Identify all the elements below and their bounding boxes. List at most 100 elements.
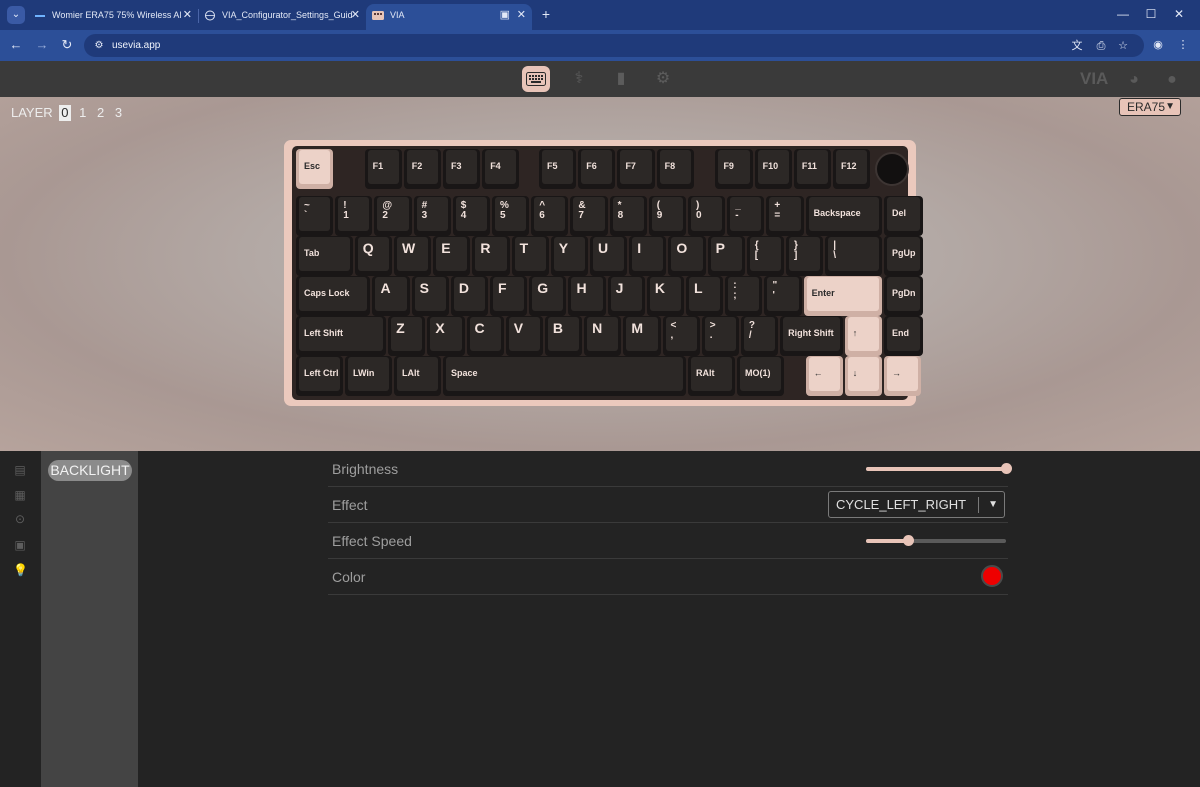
- key-z[interactable]: Z: [388, 316, 426, 356]
- layer-2-button[interactable]: 2: [95, 105, 106, 121]
- key-4[interactable]: $ 4: [452, 196, 490, 236]
- install-app-icon[interactable]: ⎙: [1094, 39, 1108, 53]
- key-mo-1[interactable]: MO(1): [737, 356, 784, 396]
- key-n[interactable]: N: [584, 316, 622, 356]
- macros-circle-icon[interactable]: ⊙: [13, 512, 27, 526]
- key-pgup[interactable]: PgUp: [884, 236, 924, 276]
- key-o[interactable]: O: [668, 236, 706, 276]
- key-y[interactable]: Y: [550, 236, 588, 276]
- browser-tab-active[interactable]: VIA ▣ ✕: [366, 4, 532, 30]
- close-tab-icon[interactable]: ✕: [517, 4, 526, 26]
- key-right-bracket[interactable]: } ]: [786, 236, 824, 276]
- key-0[interactable]: ) 0: [688, 196, 726, 236]
- effect-dropdown[interactable]: CYCLE_LEFT_RIGHT ▼: [828, 491, 1005, 518]
- key-left-bracket[interactable]: { [: [746, 236, 784, 276]
- key-t[interactable]: T: [511, 236, 549, 276]
- key-f12[interactable]: F12: [833, 149, 871, 189]
- keymap-book-icon[interactable]: ▤: [13, 463, 27, 477]
- key-right-arrow[interactable]: →: [884, 356, 922, 396]
- chevron-down-icon[interactable]: ▼: [988, 492, 998, 517]
- site-info-icon[interactable]: ⚙: [92, 39, 106, 52]
- key-3[interactable]: # 3: [413, 196, 451, 236]
- tab-search-button[interactable]: ⌄: [7, 6, 25, 24]
- key-minus[interactable]: _ -: [727, 196, 765, 236]
- key-2[interactable]: @ 2: [374, 196, 412, 236]
- discord-icon[interactable]: ◕: [1120, 67, 1148, 93]
- key-5[interactable]: % 5: [492, 196, 530, 236]
- browser-tab[interactable]: VIA_Configurator_Settings_Guid ✕: [198, 4, 366, 30]
- key-m[interactable]: M: [623, 316, 661, 356]
- key-b[interactable]: B: [544, 316, 583, 356]
- profile-icon[interactable]: ◉: [1151, 38, 1165, 52]
- key-f7[interactable]: F7: [617, 149, 655, 189]
- key-s[interactable]: S: [411, 276, 449, 316]
- key-q[interactable]: Q: [354, 236, 392, 276]
- key-slash[interactable]: ? /: [740, 316, 779, 356]
- key-e[interactable]: E: [433, 236, 471, 276]
- key-tilde[interactable]: ~ `: [296, 196, 334, 236]
- key-period[interactable]: > .: [701, 316, 739, 356]
- key-f2[interactable]: F2: [403, 149, 441, 189]
- back-arrow-icon[interactable]: ←: [7, 37, 25, 53]
- layer-0-button[interactable]: 0: [59, 105, 71, 121]
- key-j[interactable]: J: [607, 276, 645, 316]
- layer-1-button[interactable]: 1: [77, 105, 88, 121]
- key-pgdn[interactable]: PgDn: [884, 276, 924, 316]
- key-x[interactable]: X: [427, 316, 465, 356]
- key-left-ctrl[interactable]: Left Ctrl: [296, 356, 343, 396]
- key-l[interactable]: L: [686, 276, 724, 316]
- bookmark-star-icon[interactable]: ☆: [1116, 39, 1130, 53]
- url-text[interactable]: usevia.app: [112, 34, 160, 57]
- stethoscope-test-icon[interactable]: ⚕: [565, 66, 593, 92]
- key-a[interactable]: A: [372, 276, 410, 316]
- key-backspace[interactable]: Backspace: [805, 196, 882, 236]
- keyboard-configure-icon[interactable]: [522, 66, 550, 92]
- key-1[interactable]: ! 1: [335, 196, 373, 236]
- key-quote[interactable]: " ': [764, 276, 802, 316]
- key-f1[interactable]: F1: [364, 149, 402, 189]
- key-d[interactable]: D: [450, 276, 489, 316]
- submenu-backlight[interactable]: BACKLIGHT: [48, 460, 132, 481]
- key-enter[interactable]: Enter: [803, 276, 882, 316]
- key-del[interactable]: Del: [884, 196, 924, 236]
- minimize-window-icon[interactable]: —: [1115, 6, 1131, 22]
- browser-tab[interactable]: Womier ERA75 75% Wireless Al ✕: [28, 4, 198, 30]
- brightness-slider[interactable]: [866, 463, 1012, 474]
- key-caps-lock[interactable]: Caps Lock: [296, 276, 371, 316]
- key-f10[interactable]: F10: [754, 149, 792, 189]
- key-down-arrow[interactable]: ↓: [844, 356, 882, 396]
- key-c[interactable]: C: [466, 316, 504, 356]
- key-f4[interactable]: F4: [482, 149, 520, 189]
- key-g[interactable]: G: [529, 276, 567, 316]
- reload-icon[interactable]: ↻: [58, 37, 76, 53]
- key-p[interactable]: P: [707, 236, 745, 276]
- layer-3-button[interactable]: 3: [113, 105, 124, 121]
- via-logo[interactable]: VIA: [1080, 69, 1108, 89]
- key-tab[interactable]: Tab: [296, 236, 353, 276]
- key-f6[interactable]: F6: [578, 149, 616, 189]
- brightness-slider-thumb[interactable]: [1001, 463, 1012, 474]
- key-k[interactable]: K: [646, 276, 685, 316]
- key-space[interactable]: Space: [443, 356, 686, 396]
- key-f3[interactable]: F3: [443, 149, 481, 189]
- key-9[interactable]: ( 9: [648, 196, 686, 236]
- color-picker-swatch[interactable]: [981, 565, 1003, 587]
- effect-speed-slider[interactable]: [866, 535, 1006, 546]
- browser-menu-icon[interactable]: ⋮: [1176, 38, 1190, 52]
- key-6[interactable]: ^ 6: [531, 196, 569, 236]
- key-equal[interactable]: + =: [766, 196, 804, 236]
- key-semicolon[interactable]: : ;: [725, 276, 763, 316]
- key-comma[interactable]: < ,: [662, 316, 700, 356]
- tab-media-icon[interactable]: ▣: [500, 4, 510, 26]
- key-f11[interactable]: F11: [793, 149, 832, 189]
- rotary-knob[interactable]: [875, 152, 909, 186]
- settings-gear-icon[interactable]: ⚙: [649, 66, 677, 92]
- new-tab-button[interactable]: +: [538, 5, 554, 23]
- key-f[interactable]: F: [490, 276, 528, 316]
- lighting-bulb-icon[interactable]: 💡: [13, 563, 28, 577]
- key-esc[interactable]: Esc: [296, 149, 334, 189]
- close-tab-icon[interactable]: ✕: [183, 4, 192, 26]
- design-brush-icon[interactable]: ▮: [607, 66, 635, 92]
- translate-icon[interactable]: 文: [1070, 39, 1084, 53]
- key-ralt[interactable]: RAlt: [688, 356, 735, 396]
